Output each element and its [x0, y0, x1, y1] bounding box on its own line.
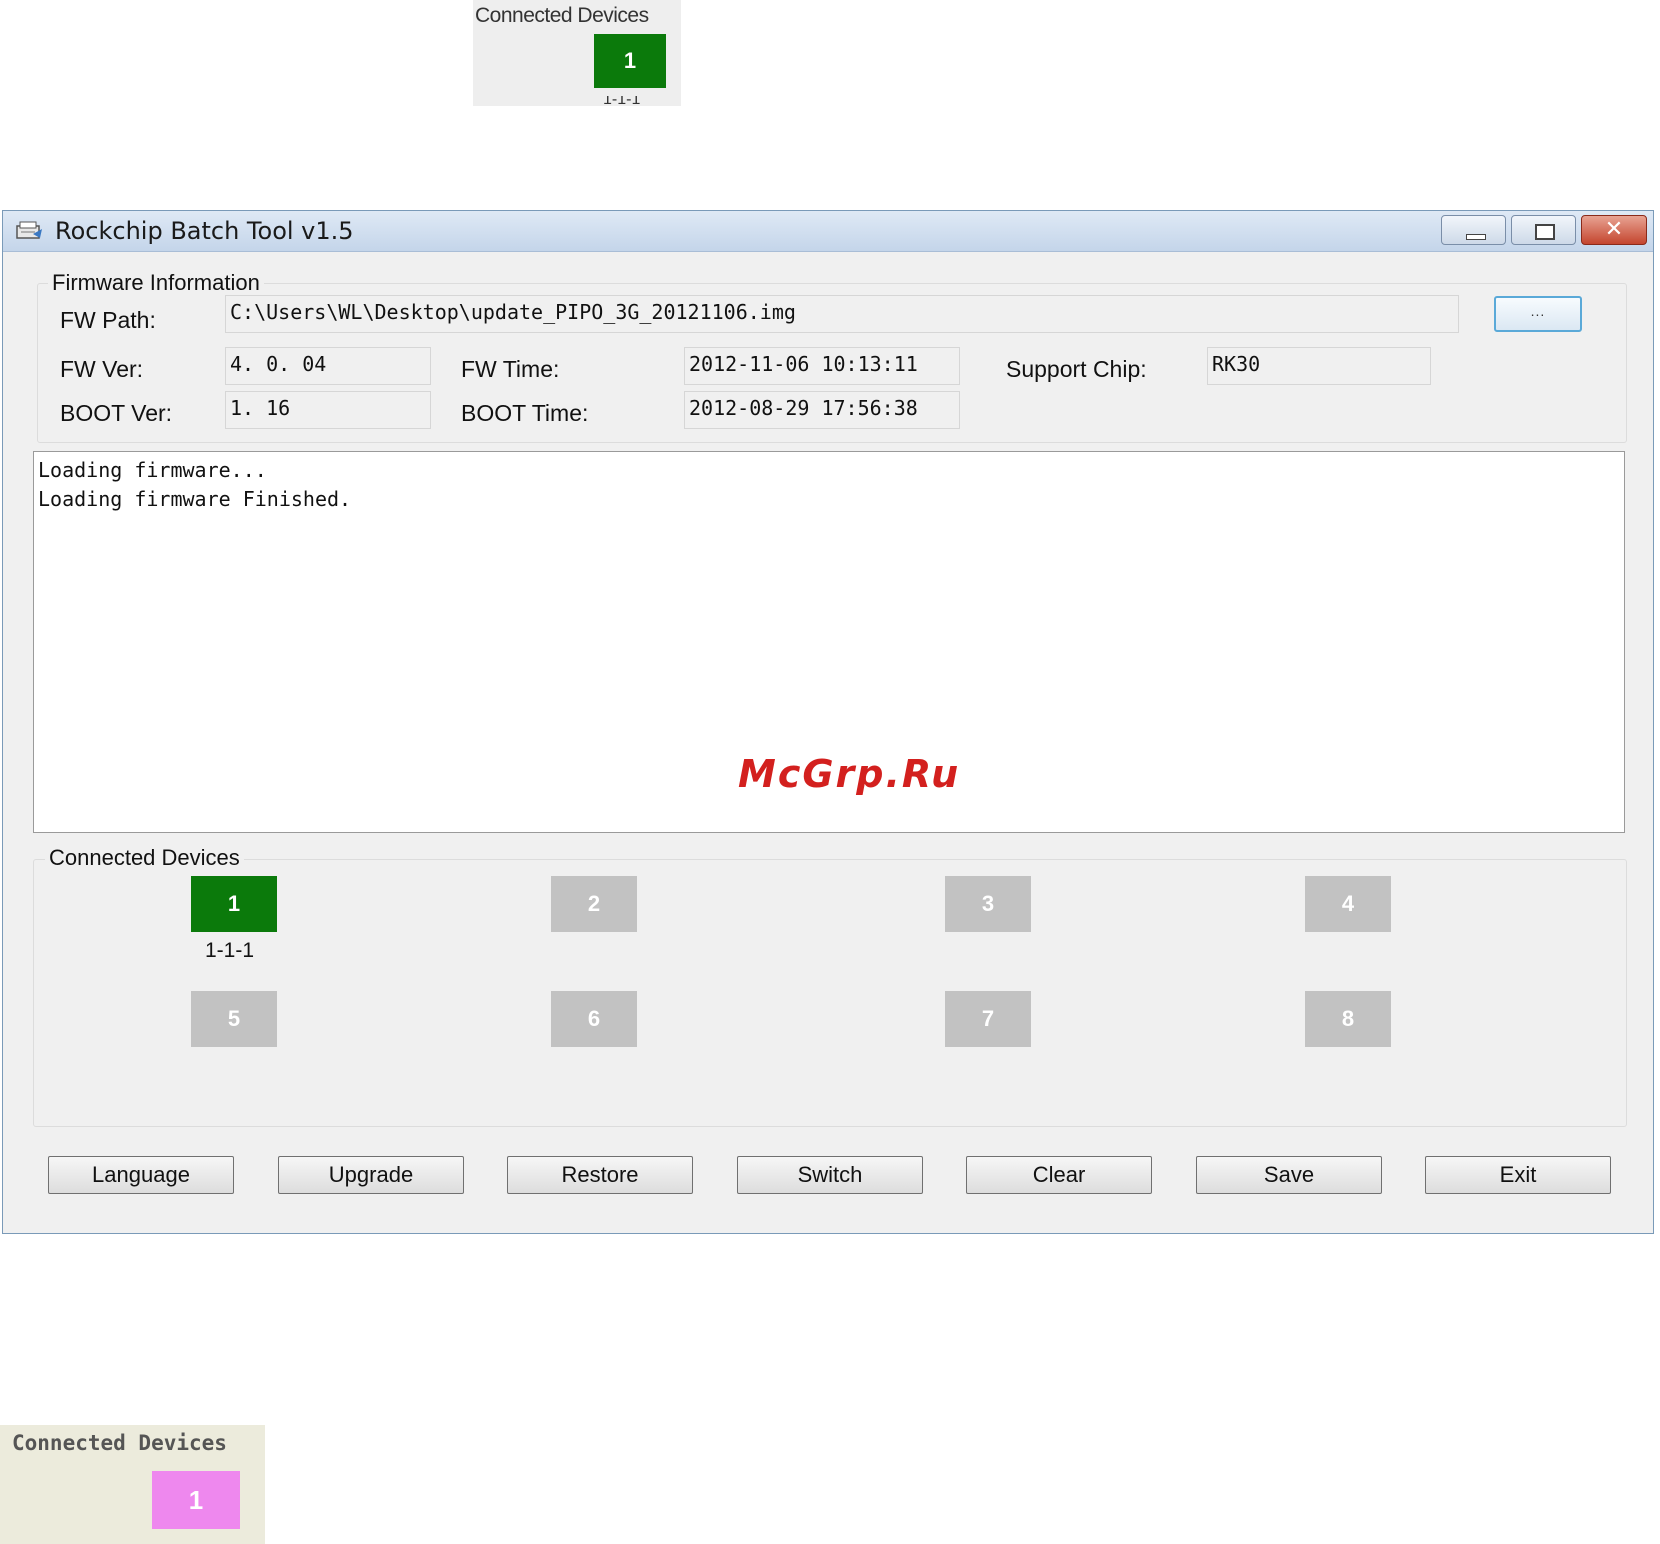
log-line: Loading firmware... — [38, 458, 267, 482]
devices-group-label: Connected Devices — [45, 845, 244, 871]
device-slot-1[interactable]: 1 — [191, 876, 277, 932]
switch-button[interactable]: Switch — [737, 1156, 923, 1194]
log-line: Loading firmware Finished. — [38, 487, 352, 511]
device-slot-7[interactable]: 7 — [945, 991, 1031, 1047]
snippet-device-tile: 1 — [594, 34, 666, 88]
restore-button[interactable]: Restore — [507, 1156, 693, 1194]
exit-button[interactable]: Exit — [1425, 1156, 1611, 1194]
boot-time-field: 2012-08-29 17:56:38 — [684, 391, 960, 429]
fw-ver-label: FW Ver: — [60, 356, 144, 382]
fw-path-label: FW Path: — [60, 307, 156, 333]
browse-button[interactable]: ... — [1494, 296, 1582, 332]
boot-ver-field: 1. 16 — [225, 391, 431, 429]
device-slot-4[interactable]: 4 — [1305, 876, 1391, 932]
snippet-connected-devices-green: Connected Devices 1 1-1-1 — [473, 0, 681, 106]
device-slot-2[interactable]: 2 — [551, 876, 637, 932]
boot-time-label: BOOT Time: — [461, 400, 589, 426]
device-slot-8[interactable]: 8 — [1305, 991, 1391, 1047]
rockchip-batch-tool-window: Rockchip Batch Tool v1.5 ✕ Firmware Info… — [2, 210, 1654, 1234]
snippet-device-sub: 1-1-1 — [603, 96, 641, 106]
firmware-group-label: Firmware Information — [48, 270, 264, 296]
language-button[interactable]: Language — [48, 1156, 234, 1194]
boot-ver-label: BOOT Ver: — [60, 400, 173, 426]
maximize-button[interactable] — [1511, 215, 1576, 245]
fw-time-field: 2012-11-06 10:13:11 — [684, 347, 960, 385]
close-icon: ✕ — [1604, 217, 1624, 242]
snippet-device-tile: 1 — [152, 1471, 240, 1529]
device-slot-3[interactable]: 3 — [945, 876, 1031, 932]
device-slot-1-port: 1-1-1 — [205, 939, 255, 962]
clear-button[interactable]: Clear — [966, 1156, 1152, 1194]
app-icon — [16, 221, 42, 239]
snippet-caption: Connected Devices — [12, 1431, 227, 1455]
fw-ver-field: 4. 0. 04 — [225, 347, 431, 385]
upgrade-button[interactable]: Upgrade — [278, 1156, 464, 1194]
save-button[interactable]: Save — [1196, 1156, 1382, 1194]
support-chip-field: RK30 — [1207, 347, 1431, 385]
snippet-caption: Connected Devices — [475, 4, 649, 27]
close-button[interactable]: ✕ — [1581, 215, 1647, 245]
fw-time-label: FW Time: — [461, 356, 560, 382]
snippet-connected-devices-pink: Connected Devices 1 — [0, 1425, 265, 1544]
watermark-text: McGrp.Ru — [738, 752, 961, 796]
device-slot-6[interactable]: 6 — [551, 991, 637, 1047]
fw-path-field[interactable]: C:\Users\WL\Desktop\update_PIPO_3G_20121… — [225, 295, 1459, 333]
window-title: Rockchip Batch Tool v1.5 — [55, 217, 354, 245]
minimize-button[interactable] — [1441, 215, 1506, 245]
title-bar[interactable]: Rockchip Batch Tool v1.5 ✕ — [3, 211, 1653, 252]
support-chip-label: Support Chip: — [1006, 356, 1147, 382]
device-slot-5[interactable]: 5 — [191, 991, 277, 1047]
